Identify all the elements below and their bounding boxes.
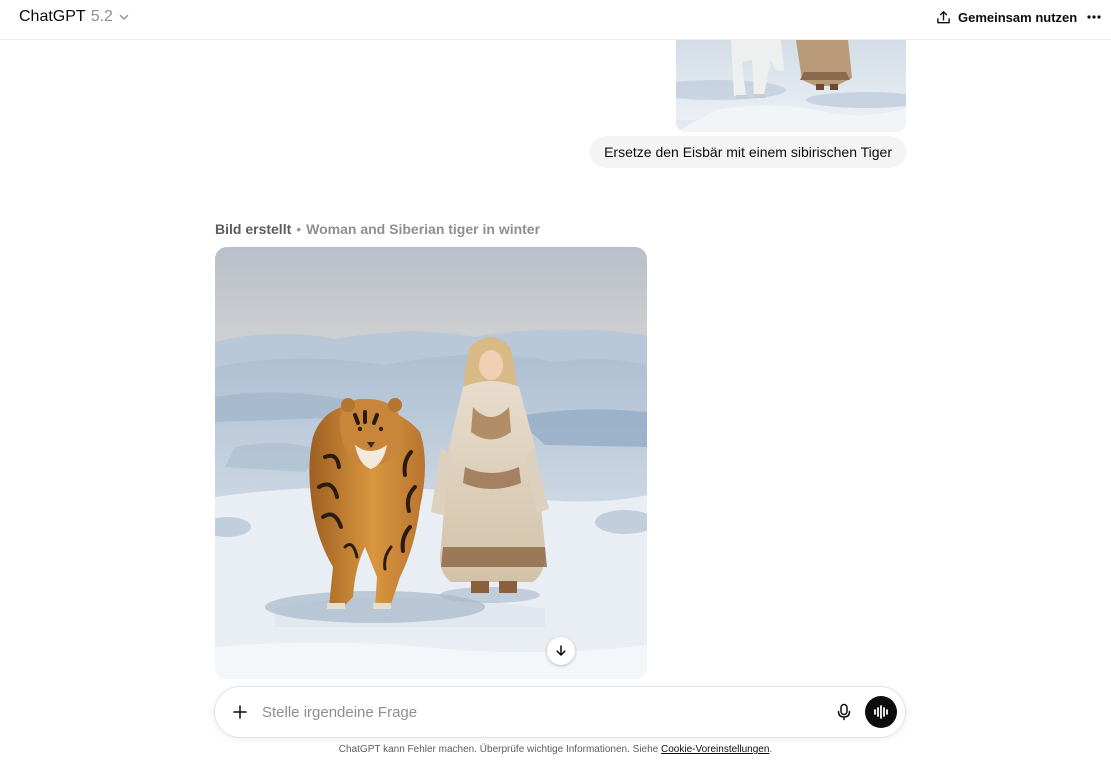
plus-icon <box>233 705 247 719</box>
conversation-area[interactable]: Ersetze den Eisbär mit einem sibirischen… <box>0 40 1111 680</box>
generation-status: Bild erstellt <box>215 221 292 237</box>
user-uploaded-image[interactable] <box>676 40 906 132</box>
arrow-down-icon <box>556 645 566 656</box>
caption-separator: • <box>296 221 302 237</box>
add-attachment-button[interactable] <box>227 699 253 725</box>
voice-mode-button[interactable] <box>865 696 897 728</box>
generated-image-title: Woman and Siberian tiger in winter <box>306 221 541 237</box>
more-dots-icon <box>1087 15 1101 19</box>
woman-and-tiger-image <box>215 247 647 679</box>
chevron-down-icon <box>119 14 129 20</box>
model-version: 5.2 <box>90 8 113 25</box>
prompt-composer <box>214 686 906 738</box>
more-options-button[interactable] <box>1080 4 1108 30</box>
user-message-bubble: Ersetze den Eisbär mit einem sibirischen… <box>590 136 906 168</box>
generated-image[interactable] <box>215 247 647 679</box>
share-upload-icon <box>937 10 950 23</box>
voice-waveform-icon <box>874 705 888 719</box>
share-label: Gemeinsam nutzen <box>958 9 1078 25</box>
download-image-button[interactable] <box>547 637 575 665</box>
cookie-settings-link[interactable]: Cookie-Voreinstellungen <box>661 744 769 755</box>
disclaimer-period: . <box>769 744 773 755</box>
image-generated-caption: Bild erstellt • Woman and Siberian tiger… <box>215 221 540 237</box>
microphone-icon <box>837 703 851 721</box>
model-switcher-button[interactable]: ChatGPT 5.2 <box>12 4 137 30</box>
share-button[interactable]: Gemeinsam nutzen <box>928 4 1085 30</box>
dictate-button[interactable] <box>832 700 856 724</box>
disclaimer-text: ChatGPT kann Fehler machen. Überprüfe wi… <box>338 744 659 755</box>
top-bar: ChatGPT 5.2 Gemeinsam nutzen <box>0 0 1111 40</box>
disclaimer: ChatGPT kann Fehler machen. Überprüfe wi… <box>0 744 1111 755</box>
model-name: ChatGPT <box>19 8 86 25</box>
prompt-input[interactable] <box>262 700 822 724</box>
polar-bear-image <box>676 40 906 132</box>
